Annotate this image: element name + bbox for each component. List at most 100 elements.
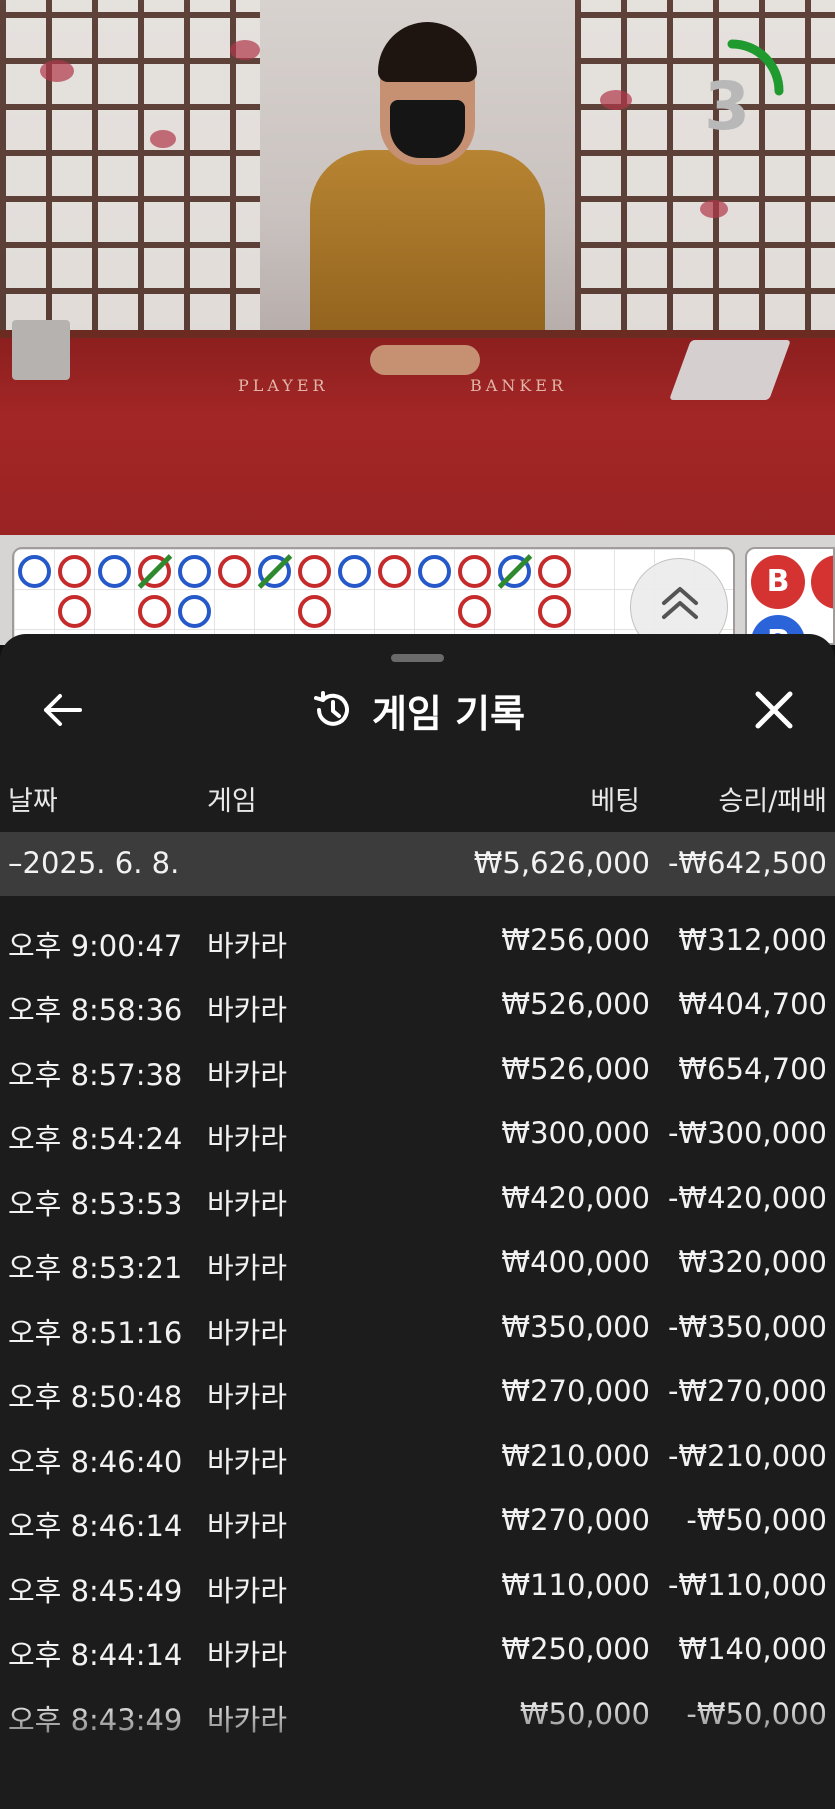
history-row[interactable]: 오후 8:50:48 바카라 ₩270,000 -₩270,000 (0, 1362, 835, 1426)
history-row[interactable]: 오후 8:58:36 바카라 ₩526,000 ₩404,700 (0, 975, 835, 1039)
drag-handle[interactable] (391, 654, 444, 662)
blossom-decoration (600, 90, 632, 110)
banker-label: BANKER (470, 376, 567, 395)
game-history-sheet: 게임 기록 날짜 게임 베팅 승리/패배 –2025. 6. 8. ₩5,626… (0, 634, 835, 1809)
row-time: 오후 8:53:53 (8, 1187, 183, 1221)
row-bet: ₩270,000 (501, 1503, 650, 1537)
close-button[interactable] (748, 684, 800, 736)
dealer-mask (390, 100, 465, 158)
row-game: 바카라 (207, 1122, 288, 1156)
bead-road-panel[interactable]: B P (745, 547, 835, 645)
row-result: ₩404,700 (678, 987, 827, 1021)
road-marker-banker (58, 555, 91, 588)
row-bet: ₩110,000 (501, 1568, 650, 1602)
row-result: -₩210,000 (667, 1439, 827, 1473)
row-bet: ₩400,000 (501, 1245, 650, 1279)
blossom-decoration (40, 60, 74, 82)
sheet-header: 게임 기록 (0, 682, 835, 738)
row-result: -₩300,000 (667, 1116, 827, 1150)
card-discard-tray (12, 320, 70, 380)
history-row[interactable]: 오후 8:53:21 바카라 ₩400,000 ₩320,000 (0, 1233, 835, 1297)
countdown-timer: 3 (704, 68, 750, 145)
date-group-bet-total: ₩5,626,000 (473, 846, 650, 880)
row-game: 바카라 (207, 1058, 288, 1092)
row-time: 오후 8:57:38 (8, 1058, 183, 1092)
row-result: -₩270,000 (667, 1374, 827, 1408)
date-group-date: –2025. 6. 8. (8, 846, 180, 880)
row-game: 바카라 (207, 1574, 288, 1608)
row-result: -₩110,000 (667, 1568, 827, 1602)
row-game: 바카라 (207, 1638, 288, 1672)
row-game: 바카라 (207, 1380, 288, 1414)
row-bet: ₩250,000 (501, 1632, 650, 1666)
row-time: 오후 8:44:14 (8, 1638, 183, 1672)
row-game: 바카라 (207, 993, 288, 1027)
history-row[interactable]: 오후 8:53:53 바카라 ₩420,000 -₩420,000 (0, 1169, 835, 1233)
road-marker-banker (458, 555, 491, 588)
history-row[interactable]: 오후 8:54:24 바카라 ₩300,000 -₩300,000 (0, 1104, 835, 1168)
date-group-row[interactable]: –2025. 6. 8. ₩5,626,000 -₩642,500 (0, 832, 835, 896)
road-marker-player (418, 555, 451, 588)
row-bet: ₩420,000 (501, 1181, 650, 1215)
history-row[interactable]: 오후 8:46:40 바카라 ₩210,000 -₩210,000 (0, 1427, 835, 1491)
history-row[interactable]: 오후 8:57:38 바카라 ₩526,000 ₩654,700 (0, 1040, 835, 1104)
history-row[interactable]: 오후 8:44:14 바카라 ₩250,000 ₩140,000 (0, 1620, 835, 1684)
row-bet: ₩270,000 (501, 1374, 650, 1408)
double-chevron-up-icon (662, 587, 698, 619)
road-marker-player (178, 595, 211, 628)
row-result: -₩50,000 (686, 1503, 827, 1537)
row-bet: ₩50,000 (519, 1697, 650, 1731)
row-time: 오후 8:53:21 (8, 1251, 183, 1285)
row-game: 바카라 (207, 1445, 288, 1479)
row-game: 바카라 (207, 1316, 288, 1350)
row-game: 바카라 (207, 1703, 288, 1737)
row-result: -₩420,000 (667, 1181, 827, 1215)
row-time: 오후 8:54:24 (8, 1122, 183, 1156)
road-marker-player (18, 555, 51, 588)
row-result: ₩320,000 (678, 1245, 827, 1279)
row-game: 바카라 (207, 1251, 288, 1285)
column-header-bet: 베팅 (590, 786, 640, 817)
column-header-result: 승리/패배 (718, 786, 827, 817)
row-bet: ₩526,000 (501, 987, 650, 1021)
row-bet: ₩256,000 (501, 923, 650, 957)
dealer-hair (378, 22, 477, 82)
road-marker-banker (538, 555, 571, 588)
history-row[interactable]: 오후 8:45:49 바카라 ₩110,000 -₩110,000 (0, 1556, 835, 1620)
history-row[interactable]: 오후 8:43:49 바카라 ₩50,000 -₩50,000 (0, 1685, 835, 1749)
row-time: 오후 8:45:49 (8, 1574, 183, 1608)
date-group-result-total: -₩642,500 (667, 846, 827, 880)
road-marker-banker (458, 595, 491, 628)
road-marker-banker (378, 555, 411, 588)
history-row[interactable]: 오후 9:00:47 바카라 ₩256,000 ₩312,000 (0, 911, 835, 975)
history-row[interactable]: 오후 8:51:16 바카라 ₩350,000 -₩350,000 (0, 1298, 835, 1362)
row-time: 오후 8:51:16 (8, 1316, 183, 1350)
row-bet: ₩210,000 (501, 1439, 650, 1473)
row-game: 바카라 (207, 1187, 288, 1221)
road-marker-player (178, 555, 211, 588)
row-result: -₩350,000 (667, 1310, 827, 1344)
road-marker-banker (538, 595, 571, 628)
blossom-decoration (150, 130, 176, 148)
dealer (310, 150, 545, 360)
history-clock-icon (313, 691, 349, 726)
road-marker-banker (218, 555, 251, 588)
history-row[interactable]: 오후 8:46:14 바카라 ₩270,000 -₩50,000 (0, 1491, 835, 1555)
row-time: 오후 8:46:40 (8, 1445, 183, 1479)
row-game: 바카라 (207, 1509, 288, 1543)
row-time: 오후 9:00:47 (8, 929, 183, 963)
bead-banker: B (751, 555, 805, 609)
live-video-feed: PLAYER BANKER 3 (0, 0, 835, 535)
column-header-game: 게임 (207, 786, 257, 817)
big-road-panel[interactable] (12, 547, 735, 645)
row-time: 오후 8:43:49 (8, 1703, 183, 1737)
row-game: 바카라 (207, 929, 288, 963)
player-label: PLAYER (238, 376, 329, 395)
column-header-date: 날짜 (8, 786, 58, 817)
close-icon (755, 691, 793, 729)
road-marker-player (98, 555, 131, 588)
blossom-decoration (700, 200, 728, 218)
bead-banker (811, 555, 833, 609)
road-marker-banker (298, 595, 331, 628)
row-bet: ₩300,000 (501, 1116, 650, 1150)
